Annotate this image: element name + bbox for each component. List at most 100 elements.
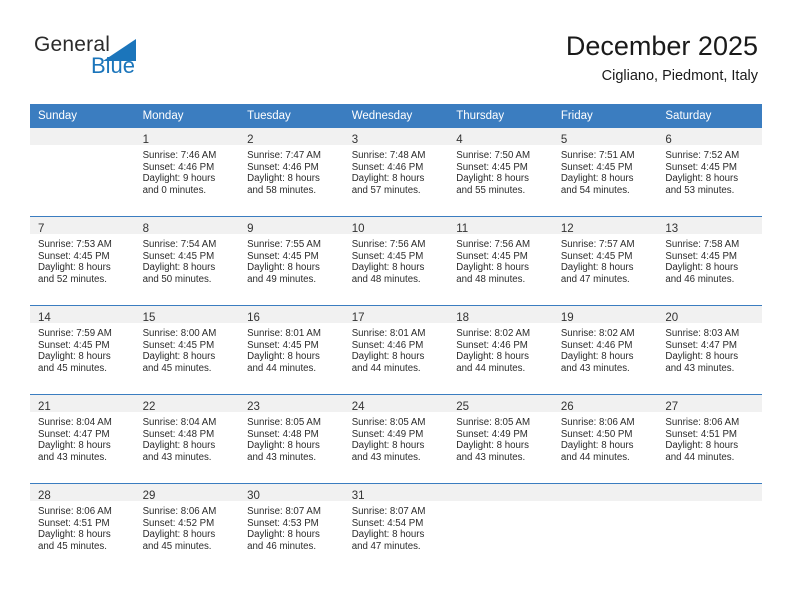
day-cell-inner: 23 Sunrise: 8:05 AM Sunset: 4:48 PM Dayligh… xyxy=(239,395,344,483)
daylight-text-line2: and 45 minutes. xyxy=(142,362,212,374)
daylight-text-line2: and 44 minutes. xyxy=(247,362,317,374)
day-cell[interactable]: 4 Sunrise: 7:50 AM Sunset: 4:45 PM Daylight… xyxy=(448,128,553,217)
day-number: 14 xyxy=(38,312,51,324)
day-details: Sunrise: 8:05 AM Sunset: 4:49 PM Daylight:… xyxy=(344,412,449,463)
day-cell[interactable]: 28 Sunrise: 8:06 AM Sunset: 4:51 PM Dayligh… xyxy=(30,483,135,572)
day-cell[interactable]: 9 Sunrise: 7:55 AM Sunset: 4:45 PM Daylight… xyxy=(239,216,344,306)
day-details: Sunrise: 8:02 AM Sunset: 4:46 PM Daylight:… xyxy=(553,323,658,374)
day-number: 16 xyxy=(247,312,260,324)
day-cell[interactable]: 6 Sunrise: 7:52 AM Sunset: 4:45 PM Daylight… xyxy=(657,128,762,217)
day-cell-inner: 25 Sunrise: 8:05 AM Sunset: 4:49 PM Dayligh… xyxy=(448,395,553,483)
day-number: 18 xyxy=(456,312,470,324)
sunrise-text: Sunrise: 7:46 AM xyxy=(142,150,217,161)
daylight-text-line1: Daylight: 8 hours xyxy=(560,440,634,452)
daylight-text-line1: Daylight: 8 hours xyxy=(456,262,529,274)
day-cell-inner: 12 Sunrise: 7:57 AM Sunset: 4:45 PM Dayligh… xyxy=(552,217,658,305)
day-number: 27 xyxy=(665,401,679,413)
day-details: Sunrise: 7:48 AM Sunset: 4:46 PM Daylight:… xyxy=(344,145,449,196)
day-cell[interactable]: 16 Sunrise: 8:01 AM Sunset: 4:45 PM Dayligh… xyxy=(239,305,344,395)
day-cell[interactable]: 7 Sunrise: 7:53 AM Sunset: 4:45 PM Daylight… xyxy=(30,216,135,306)
day-cell-inner: 17 Sunrise: 8:01 AM Sunset: 4:46 PM Dayligh… xyxy=(343,306,449,394)
sunrise-text: Sunrise: 8:05 AM xyxy=(351,417,426,428)
day-cell[interactable]: 18 Sunrise: 8:02 AM Sunset: 4:46 PM Dayligh… xyxy=(448,305,553,395)
weekday-header-monday: Monday xyxy=(134,104,240,128)
day-cell-inner: 9 Sunrise: 7:55 AM Sunset: 4:45 PM Daylight… xyxy=(239,217,344,305)
daylight-text-line1: Daylight: 8 hours xyxy=(560,351,634,363)
day-cell[interactable]: 12 Sunrise: 7:57 AM Sunset: 4:45 PM Dayligh… xyxy=(552,216,658,306)
day-cell[interactable]: 14 Sunrise: 7:59 AM Sunset: 4:45 PM Dayligh… xyxy=(30,305,135,395)
daylight-text-line1: Daylight: 8 hours xyxy=(665,173,739,185)
daylight-text-line2: and 46 minutes. xyxy=(665,273,735,285)
day-number: 26 xyxy=(560,401,574,413)
day-number: 6 xyxy=(665,134,672,146)
day-cell[interactable]: 27 Sunrise: 8:06 AM Sunset: 4:51 PM Dayligh… xyxy=(657,394,762,484)
sunset-text: Sunset: 4:46 PM xyxy=(351,339,424,351)
day-cell[interactable]: 21 Sunrise: 8:04 AM Sunset: 4:47 PM Dayligh… xyxy=(30,394,135,484)
day-cell-inner: 16 Sunrise: 8:01 AM Sunset: 4:45 PM Dayligh… xyxy=(239,306,344,394)
sunrise-text: Sunrise: 7:47 AM xyxy=(247,150,321,161)
sunset-text: Sunset: 4:47 PM xyxy=(38,428,110,440)
day-number-band: 3 xyxy=(343,128,449,146)
day-cell[interactable]: 19 Sunrise: 8:02 AM Sunset: 4:46 PM Dayligh… xyxy=(552,305,658,395)
day-cell[interactable]: 17 Sunrise: 8:01 AM Sunset: 4:46 PM Dayligh… xyxy=(343,305,449,395)
day-details xyxy=(448,501,553,506)
daylight-text-line2: and 43 minutes. xyxy=(38,451,107,463)
calendar-week-row: 28 Sunrise: 8:06 AM Sunset: 4:51 PM Dayligh… xyxy=(30,483,762,572)
day-cell[interactable]: 8 Sunrise: 7:54 AM Sunset: 4:45 PM Daylight… xyxy=(134,216,240,306)
day-cell[interactable]: 22 Sunrise: 8:04 AM Sunset: 4:48 PM Dayligh… xyxy=(134,394,240,484)
day-cell[interactable]: 11 Sunrise: 7:56 AM Sunset: 4:45 PM Dayligh… xyxy=(448,216,553,306)
day-cell[interactable]: 15 Sunrise: 8:00 AM Sunset: 4:45 PM Dayligh… xyxy=(134,305,240,395)
brand-logo: General Blue xyxy=(34,33,254,89)
sunrise-text: Sunrise: 8:06 AM xyxy=(665,417,740,428)
day-number-band: 21 xyxy=(30,395,135,413)
day-number: 11 xyxy=(456,223,469,235)
sunset-text: Sunset: 4:46 PM xyxy=(456,339,528,351)
day-cell[interactable]: 10 Sunrise: 7:56 AM Sunset: 4:45 PM Dayligh… xyxy=(343,216,449,306)
day-number-band: 25 xyxy=(448,395,553,413)
day-number-band: 26 xyxy=(552,395,658,413)
day-cell[interactable]: 20 Sunrise: 8:03 AM Sunset: 4:47 PM Dayligh… xyxy=(657,305,762,395)
day-cell[interactable]: 25 Sunrise: 8:05 AM Sunset: 4:49 PM Dayligh… xyxy=(448,394,553,484)
day-number-band: 14 xyxy=(30,306,135,324)
sunset-text: Sunset: 4:46 PM xyxy=(142,161,215,173)
day-cell[interactable]: 5 Sunrise: 7:51 AM Sunset: 4:45 PM Daylight… xyxy=(552,128,658,217)
sunset-text: Sunset: 4:46 PM xyxy=(351,161,424,173)
day-details: Sunrise: 7:50 AM Sunset: 4:45 PM Daylight:… xyxy=(448,145,553,196)
day-number-band: 8 xyxy=(134,217,240,235)
day-number-band: 10 xyxy=(343,217,449,235)
sunset-text: Sunset: 4:45 PM xyxy=(456,250,528,262)
daylight-text-line1: Daylight: 8 hours xyxy=(456,173,529,185)
sunset-text: Sunset: 4:49 PM xyxy=(456,428,528,440)
day-number: 17 xyxy=(351,312,365,324)
day-details xyxy=(30,145,135,150)
day-cell[interactable]: 23 Sunrise: 8:05 AM Sunset: 4:48 PM Dayligh… xyxy=(239,394,344,484)
day-cell[interactable]: 30 Sunrise: 8:07 AM Sunset: 4:53 PM Dayligh… xyxy=(239,483,344,572)
calendar-week-row: 14 Sunrise: 7:59 AM Sunset: 4:45 PM Dayligh… xyxy=(30,305,762,395)
day-number: 10 xyxy=(351,223,365,235)
day-cell-inner: 28 Sunrise: 8:06 AM Sunset: 4:51 PM Dayligh… xyxy=(30,484,135,572)
daylight-text-line2: and 54 minutes. xyxy=(560,184,630,196)
daylight-text-line1: Daylight: 8 hours xyxy=(351,440,425,452)
day-number-band: 29 xyxy=(134,484,240,502)
sunrise-text: Sunrise: 8:06 AM xyxy=(560,417,635,428)
calendar-week-row: 1 Sunrise: 7:46 AM Sunset: 4:46 PM Daylight… xyxy=(30,128,762,217)
daylight-text-line2: and 46 minutes. xyxy=(247,540,317,552)
sunset-text: Sunset: 4:45 PM xyxy=(665,161,737,173)
day-cell-inner: 21 Sunrise: 8:04 AM Sunset: 4:47 PM Dayligh… xyxy=(30,395,135,483)
day-cell[interactable]: 13 Sunrise: 7:58 AM Sunset: 4:45 PM Dayligh… xyxy=(657,216,762,306)
day-details: Sunrise: 7:53 AM Sunset: 4:45 PM Daylight:… xyxy=(30,234,135,285)
day-number-band: 18 xyxy=(448,306,553,324)
daylight-text-line1: Daylight: 8 hours xyxy=(351,351,425,363)
day-cell[interactable]: 24 Sunrise: 8:05 AM Sunset: 4:49 PM Dayligh… xyxy=(343,394,449,484)
day-cell[interactable]: 31 Sunrise: 8:07 AM Sunset: 4:54 PM Dayligh… xyxy=(343,483,449,572)
day-cell[interactable]: 3 Sunrise: 7:48 AM Sunset: 4:46 PM Daylight… xyxy=(343,128,449,217)
day-number-band: 17 xyxy=(343,306,449,324)
day-cell[interactable]: 2 Sunrise: 7:47 AM Sunset: 4:46 PM Daylight… xyxy=(239,128,344,217)
day-details: Sunrise: 8:01 AM Sunset: 4:46 PM Daylight:… xyxy=(344,323,449,374)
day-cell[interactable]: 26 Sunrise: 8:06 AM Sunset: 4:50 PM Dayligh… xyxy=(552,394,658,484)
daylight-text-line2: and 43 minutes. xyxy=(560,362,630,374)
day-cell[interactable]: 29 Sunrise: 8:06 AM Sunset: 4:52 PM Dayligh… xyxy=(134,483,240,572)
day-number: 8 xyxy=(142,223,149,235)
sunset-text: Sunset: 4:49 PM xyxy=(351,428,424,440)
day-cell[interactable]: 1 Sunrise: 7:46 AM Sunset: 4:46 PM Daylight… xyxy=(134,128,240,217)
